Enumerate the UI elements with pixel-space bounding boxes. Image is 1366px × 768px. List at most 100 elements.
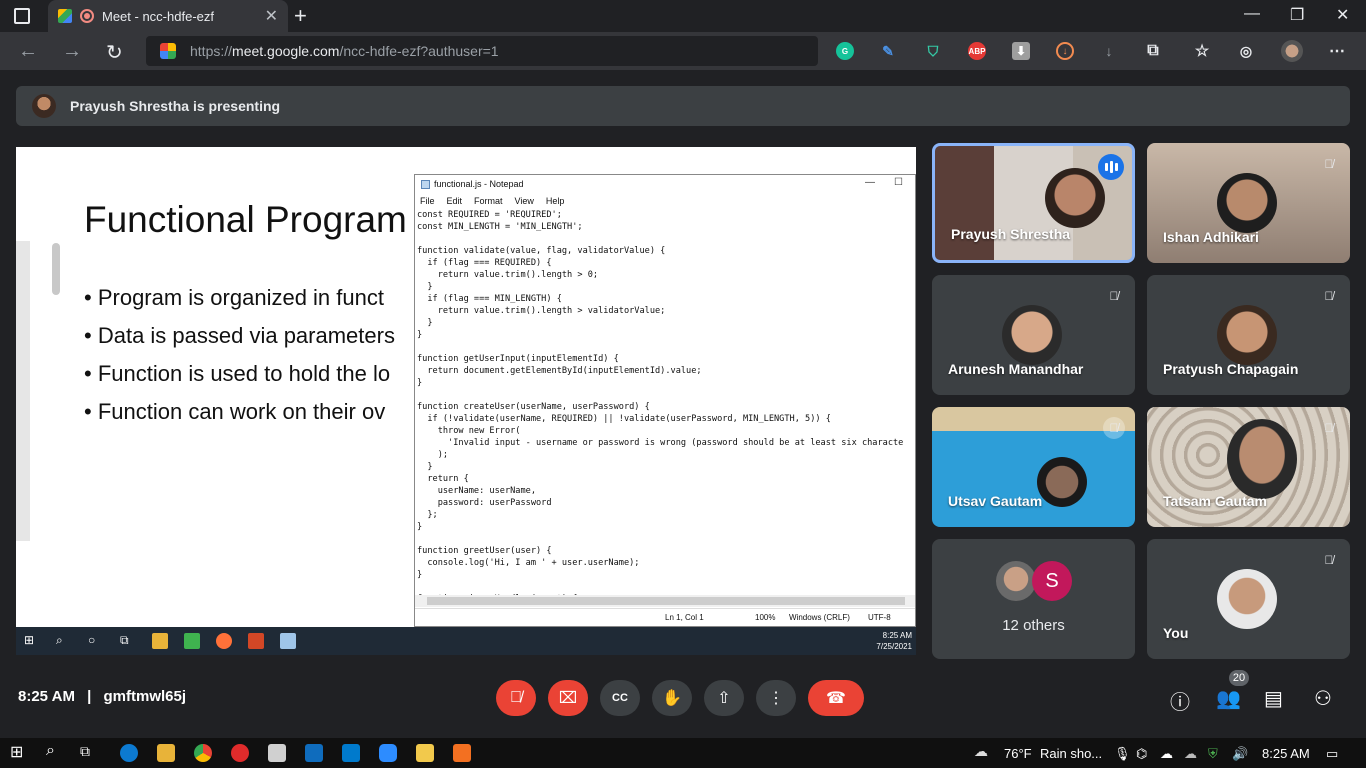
participant-avatar (1217, 305, 1277, 365)
muted-mic-icon: 🎙̸ (1324, 289, 1334, 303)
notepad-menu-edit: Edit (446, 196, 463, 206)
new-tab-button[interactable]: + (294, 3, 307, 29)
meeting-info-icon[interactable]: ⓘ (1170, 686, 1190, 715)
browser-tab[interactable]: Meet - ncc-hdfe-ezf ✕ (48, 0, 288, 32)
favorites-icon[interactable]: ☆ (1193, 42, 1211, 60)
line-ending: Windows (CRLF) (789, 613, 850, 622)
collections-icon[interactable]: ◎ (1237, 42, 1255, 60)
participant-tile-pratyush[interactable]: 🎙̸ Pratyush Chapagain (1147, 275, 1350, 395)
tab-actions-icon[interactable] (14, 8, 30, 24)
meeting-time: 8:25 AM (18, 688, 75, 705)
people-icon[interactable]: 👥 (1216, 686, 1241, 711)
restore-button[interactable]: ❐ (1290, 5, 1304, 25)
notepad-titlebar: functional.js - Notepad — ☐ (415, 175, 915, 193)
sticky-notes-icon[interactable] (416, 744, 434, 762)
cloud-tray-icon[interactable]: ☁ (1184, 746, 1197, 762)
xampp-icon[interactable] (453, 744, 471, 762)
network-tray-icon[interactable]: ⌬ (1136, 746, 1147, 762)
participant-name: Prayush Shrestha (951, 226, 1071, 242)
notepad-menu-view: View (514, 196, 534, 206)
participant-tile-arunesh[interactable]: 🎙̸ Arunesh Manandhar (932, 275, 1135, 395)
close-window-button[interactable]: ✕ (1336, 5, 1349, 25)
more-menu-icon[interactable]: ⋯ (1328, 42, 1346, 60)
close-tab-icon[interactable]: ✕ (265, 6, 278, 26)
shield-extension-icon[interactable]: ⛉ (924, 42, 942, 60)
participant-name: Arunesh Manandhar (948, 361, 1084, 377)
notepad-statusbar: Ln 1, Col 1 100% Windows (CRLF) UTF-8 (415, 608, 915, 626)
opera-icon[interactable] (231, 744, 249, 762)
captions-button[interactable]: CC (600, 680, 640, 716)
start-icon[interactable]: ⊞ (10, 742, 28, 761)
download-extension-icon[interactable]: ⬇ (1012, 42, 1030, 60)
tab-title: Meet - ncc-hdfe-ezf (102, 8, 214, 24)
notepad-menubar: File Edit Format View Help (415, 193, 915, 209)
camera-toggle-button[interactable]: ⌧ (548, 680, 588, 716)
store-icon[interactable] (268, 744, 286, 762)
search-icon[interactable]: ⌕ (46, 742, 64, 760)
participant-tile-prayush[interactable]: Prayush Shrestha (932, 143, 1135, 263)
presenting-text: Prayush Shrestha is presenting (70, 98, 281, 114)
downloader-extension-icon[interactable]: ↓ (1056, 42, 1074, 60)
chat-icon[interactable]: ▤ (1264, 686, 1283, 711)
notepad-title: functional.js - Notepad (434, 179, 524, 189)
extensions-puzzle-icon[interactable]: ⧉ (1144, 42, 1162, 60)
task-view-icon[interactable]: ⧉ (80, 743, 98, 761)
remote-firefox-icon (216, 633, 232, 649)
muted-mic-icon: 🎙̸ (1324, 421, 1334, 435)
present-now-button[interactable]: ⇧ (704, 680, 744, 716)
edge-icon[interactable] (120, 744, 138, 762)
browser-toolbar: ← → ↻ https://meet.google.com/ncc-hdfe-e… (0, 32, 1366, 70)
minimize-button[interactable]: — (1244, 5, 1260, 23)
onedrive-tray-icon[interactable]: ☁ (1160, 746, 1173, 762)
downloads-icon[interactable]: ↓ (1100, 42, 1118, 60)
muted-mic-icon: 🎙̸ (1109, 289, 1119, 303)
presenter-avatar (32, 94, 56, 118)
participant-count-badge: 20 (1229, 670, 1249, 686)
participant-tile-you[interactable]: 🎙̸ You (1147, 539, 1350, 659)
participant-video (1227, 419, 1297, 499)
notepad-maximize-icon: ☐ (894, 177, 903, 188)
grammarly-extension-icon[interactable]: G (836, 42, 854, 60)
reload-button[interactable]: ↻ (106, 40, 123, 65)
participant-name: Utsav Gautam (948, 493, 1043, 509)
leave-call-button[interactable]: ☎ (808, 680, 864, 716)
profile-avatar[interactable] (1281, 40, 1303, 62)
mail-icon[interactable] (305, 744, 323, 762)
remote-start-icon: ⊞ (24, 633, 35, 647)
chrome-icon[interactable] (194, 744, 212, 762)
back-button[interactable]: ← (18, 40, 38, 63)
vscode-icon[interactable] (342, 744, 360, 762)
speaking-indicator-icon (1098, 154, 1124, 180)
participant-tile-utsav[interactable]: 🎙̸ Utsav Gautam (932, 407, 1135, 527)
notepad-minimize-icon: — (865, 177, 875, 188)
muted-mic-icon: 🎙̸ (1103, 417, 1125, 439)
remote-taskview-icon: ⧉ (120, 633, 129, 647)
windows-taskbar: ⊞ ⌕ ⧉ ☁ 76°F Rain sho... 🎙 ⌬ ☁ ☁ ⛨ 🔊 8:2… (0, 738, 1366, 768)
security-tray-icon[interactable]: ⛨ (1208, 746, 1218, 762)
weather-icon[interactable]: ☁ (974, 743, 992, 761)
volume-tray-icon[interactable]: 🔊 (1232, 746, 1248, 762)
mic-toggle-button[interactable]: 🎙̸ (496, 680, 536, 716)
adblock-extension-icon[interactable]: ABP (968, 42, 986, 60)
file-explorer-icon[interactable] (157, 744, 175, 762)
participant-tile-tatsam[interactable]: 🎙̸ Tatsam Gautam (1147, 407, 1350, 527)
taskbar-clock[interactable]: 8:25 AM (1262, 746, 1310, 761)
notifications-icon[interactable]: ▭ (1326, 746, 1338, 762)
pen-extension-icon[interactable]: ✎ (879, 42, 897, 60)
participant-avatar (1217, 569, 1277, 629)
activities-icon[interactable]: ⚇ (1314, 686, 1332, 711)
participant-name: Pratyush Chapagain (1163, 361, 1299, 377)
notepad-menu-help: Help (545, 196, 565, 206)
slide-scrollbar (52, 243, 60, 295)
address-bar[interactable]: https://meet.google.com/ncc-hdfe-ezf?aut… (146, 36, 818, 66)
participant-tile-others[interactable]: S 12 others (932, 539, 1135, 659)
raise-hand-button[interactable]: ✋ (652, 680, 692, 716)
mic-tray-icon[interactable]: 🎙 (1114, 746, 1131, 762)
zoom-icon[interactable] (379, 744, 397, 762)
participant-name: Ishan Adhikari (1163, 229, 1259, 245)
more-options-button[interactable]: ⋮ (756, 680, 796, 716)
forward-button[interactable]: → (62, 40, 82, 63)
participant-tile-ishan[interactable]: 🎙̸ Ishan Adhikari (1147, 143, 1350, 263)
others-avatar-photo (996, 561, 1036, 601)
slide-bullet: Function is used to hold the lo (84, 361, 395, 399)
